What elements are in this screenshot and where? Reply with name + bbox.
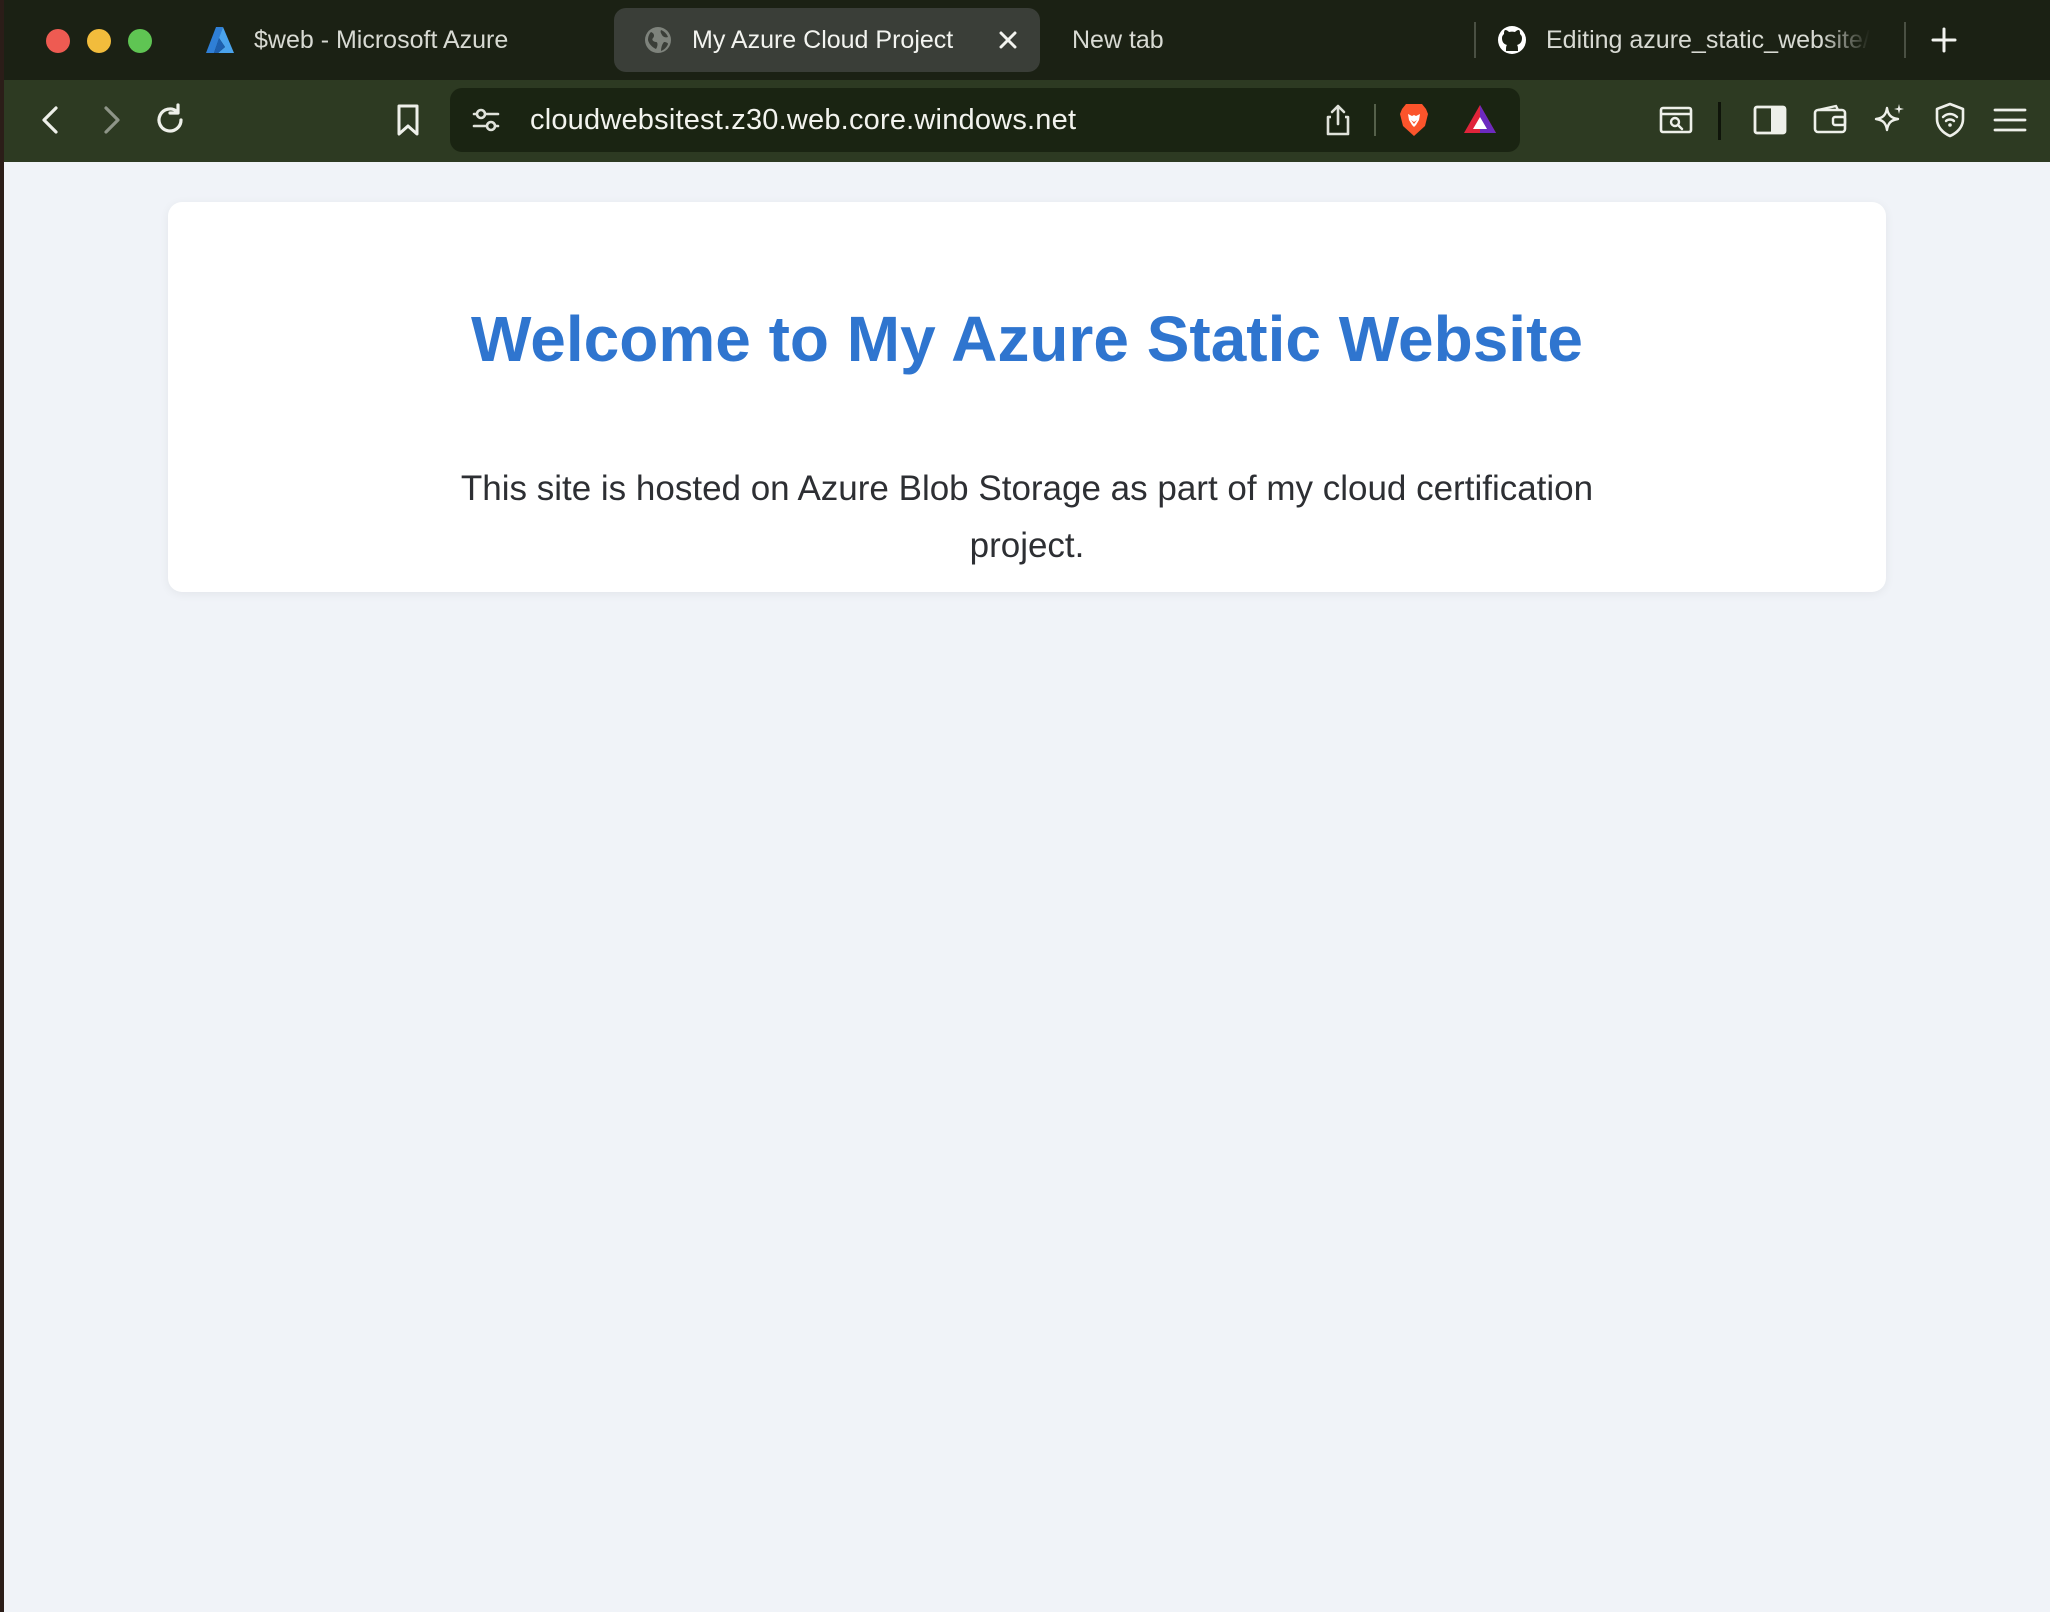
tab-strip: $web - Microsoft Azure My Azure Cloud Pr… [4,0,2050,80]
site-settings-icon[interactable] [468,102,504,138]
sidebar-icon[interactable] [1750,100,1790,140]
tab-divider [1474,22,1476,58]
reload-icon[interactable] [150,100,190,140]
wallet-icon[interactable] [1810,100,1850,140]
forward-icon[interactable] [90,100,130,140]
globe-icon [645,27,671,53]
close-tab-icon[interactable] [994,26,1022,54]
url-bar-divider [1374,104,1376,136]
zoom-window-button[interactable] [128,29,152,53]
reader-mode-icon[interactable] [1656,100,1696,140]
brave-shields-icon[interactable] [1394,100,1434,140]
tab-github-editing[interactable]: Editing azure_static_website/ [1496,8,1888,72]
tab-new-tab[interactable]: New tab [1068,8,1272,72]
page-description: This site is hosted on Azure Blob Storag… [460,469,1594,565]
browser-window: $web - Microsoft Azure My Azure Cloud Pr… [4,0,2050,1612]
tab-azure-portal[interactable]: $web - Microsoft Azure [204,8,594,72]
page-viewport: Welcome to My Azure Static Website This … [4,162,2050,1612]
back-icon[interactable] [32,100,72,140]
close-window-button[interactable] [46,29,70,53]
address-bar[interactable]: cloudwebsitest.z30.web.core.windows.net [450,88,1520,152]
url-text[interactable]: cloudwebsitest.z30.web.core.windows.net [530,88,1076,152]
page-heading: Welcome to My Azure Static Website [471,303,1583,375]
new-tab-plus-icon[interactable] [1926,22,1962,58]
github-icon [1498,26,1526,54]
share-icon[interactable] [1320,102,1356,138]
toolbar-divider [1718,102,1721,140]
tab-label: $web - Microsoft Azure [254,25,509,54]
leo-ai-sparkle-icon[interactable] [1870,100,1910,140]
azure-logo-icon [206,27,234,53]
tab-label: Editing azure_static_website/ [1546,25,1870,54]
vpn-shield-icon[interactable] [1930,100,1970,140]
tab-my-azure-cloud-project[interactable]: My Azure Cloud Project [614,8,1040,72]
bookmark-icon[interactable] [388,100,428,140]
welcome-card: Welcome to My Azure Static Website This … [168,202,1886,592]
brave-rewards-icon[interactable] [1460,100,1500,140]
tab-divider [1904,22,1906,58]
navigation-toolbar: cloudwebsitest.z30.web.core.windows.net [4,80,2050,162]
tab-label: My Azure Cloud Project [692,25,954,54]
minimize-window-button[interactable] [87,29,111,53]
tab-label: New tab [1072,25,1164,54]
menu-icon[interactable] [1990,100,2030,140]
